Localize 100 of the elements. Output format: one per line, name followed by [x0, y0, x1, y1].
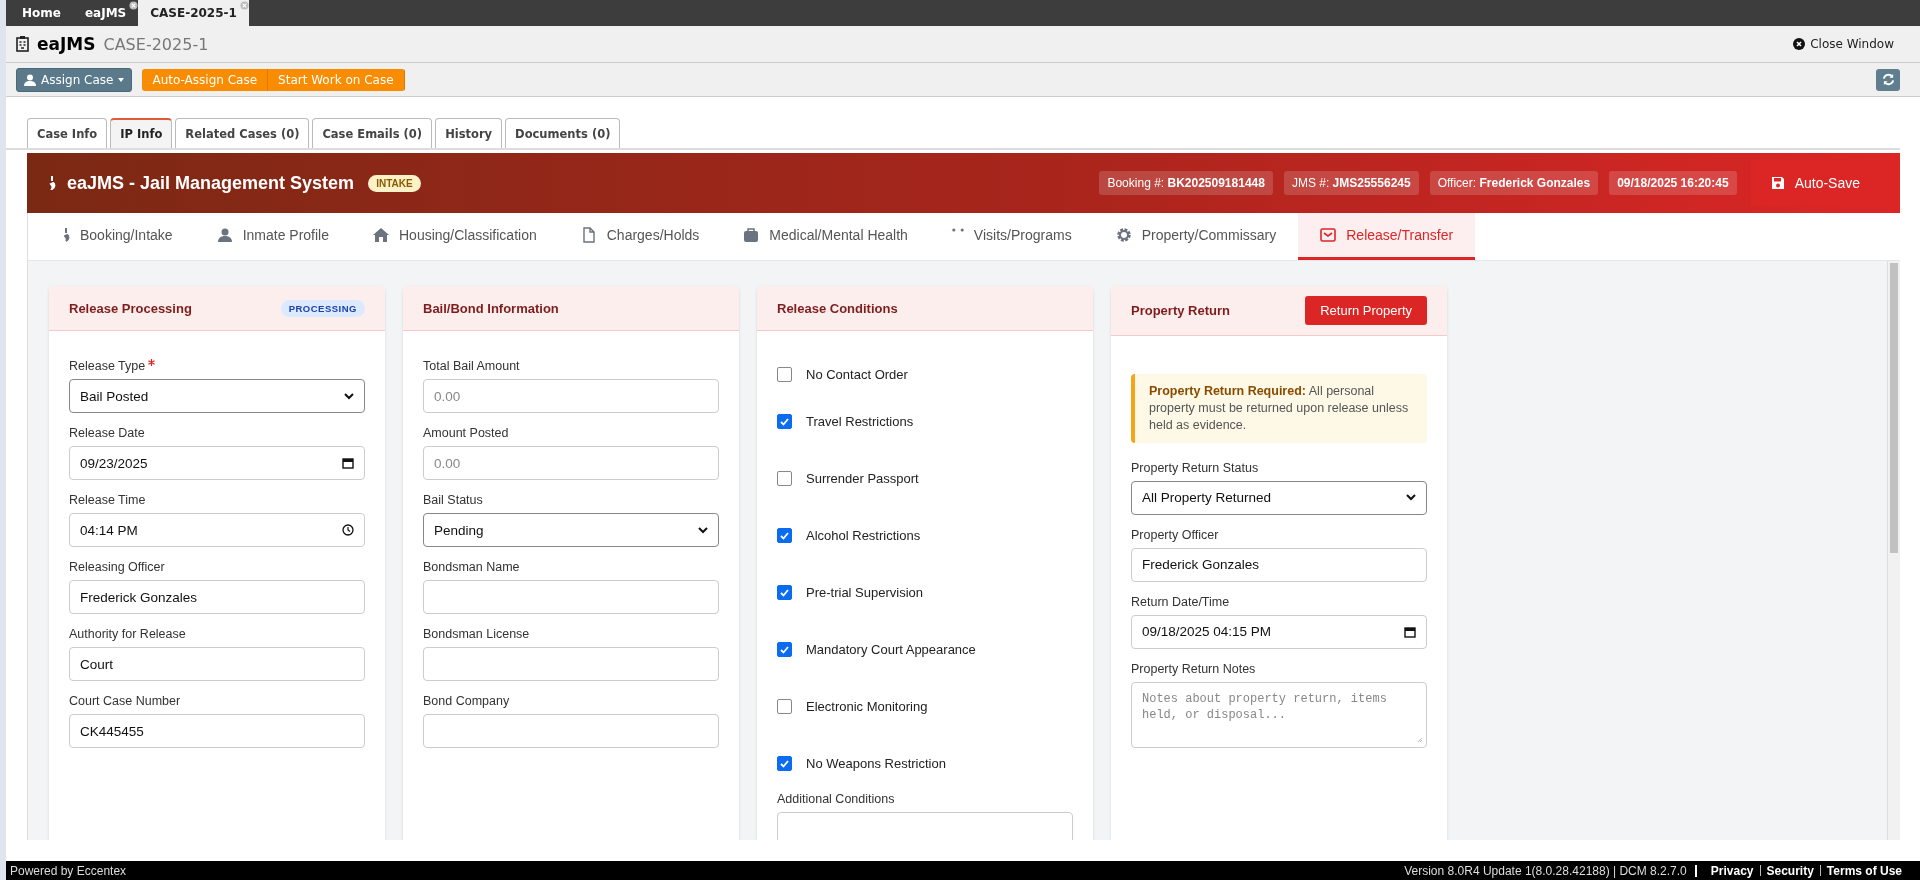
module-tab[interactable]: Charges/Holds: [558, 213, 722, 260]
module-tab[interactable]: Booking/Intake: [42, 213, 195, 260]
case-tab[interactable]: Case Emails (0): [312, 118, 433, 148]
select-field[interactable]: Bail Posted: [69, 379, 365, 413]
input-field[interactable]: Frederick Gonzales: [1131, 547, 1427, 582]
case-tab[interactable]: Case Info: [27, 118, 108, 148]
app-name: eaJMS: [37, 34, 96, 54]
field-label: Property Officer: [1131, 527, 1219, 542]
status-badge: PROCESSING: [280, 299, 365, 317]
input-field[interactable]: 0.00: [423, 446, 719, 480]
module-tab[interactable]: Medical/Mental Health: [721, 213, 930, 260]
checkbox[interactable]: [777, 367, 792, 382]
check-icon: [780, 588, 789, 597]
checkbox-label: Alcohol Restrictions: [806, 528, 921, 543]
refresh-button[interactable]: [1876, 68, 1900, 91]
field-label: Bondsman License: [423, 627, 530, 641]
module-tab[interactable]: Housing/Classification: [351, 213, 559, 260]
checkbox-label: Mandatory Court Appearance: [806, 642, 976, 657]
chevron-icon: [1406, 494, 1416, 502]
info-chip: Officer: Frederick Gonzales: [1429, 171, 1599, 195]
info-chip: Booking #: BK202509181448: [1099, 171, 1273, 195]
info-chip: JMS #: JMS25556245: [1283, 171, 1419, 195]
footer-link[interactable]: Privacy: [1710, 863, 1754, 878]
field-label: Additional Conditions: [777, 792, 895, 806]
select-field[interactable]: All Property Returned: [1131, 480, 1427, 515]
field-label: Release Type: [69, 359, 146, 373]
select-field[interactable]: Pending: [423, 513, 719, 547]
field-label: Total Bail Amount: [423, 359, 520, 373]
info-chip: 09/18/2025 16:20:45: [1609, 171, 1737, 195]
checkbox-label: Surrender Passport: [806, 471, 919, 486]
checkbox[interactable]: [777, 756, 792, 771]
input-field[interactable]: Court: [69, 647, 365, 681]
field-label: Bond Company: [423, 694, 510, 708]
status-badge: INTAKE: [368, 174, 421, 192]
input-field[interactable]: [423, 580, 719, 614]
checkbox[interactable]: [777, 585, 792, 600]
field-label: Property Return Notes: [1131, 661, 1256, 676]
checkbox[interactable]: [777, 471, 792, 486]
datetime-field[interactable]: 09/18/2025 04:15 PM: [1131, 614, 1427, 649]
field-label: Property Return Status: [1131, 460, 1259, 475]
footer-link[interactable]: Security: [1766, 863, 1814, 878]
calendar-icon: [1404, 625, 1416, 638]
app-tab[interactable]: CASE-2025-1: [138, 0, 249, 26]
drop-icon: [64, 227, 70, 243]
checkbox[interactable]: [777, 642, 792, 657]
case-id: CASE-2025-1: [103, 34, 209, 54]
card-title: Release Conditions: [777, 300, 898, 316]
module-tab[interactable]: Property/Commissary: [1093, 213, 1299, 260]
check-icon: [780, 417, 789, 426]
date-field[interactable]: 09/23/2025: [69, 446, 365, 480]
field-label: Releasing Officer: [69, 560, 165, 574]
module-tab[interactable]: Visits/Programs: [929, 213, 1094, 260]
drop-icon: [49, 176, 57, 190]
building-icon: [16, 36, 29, 52]
case-tab[interactable]: Related Cases (0): [175, 118, 310, 148]
app-tab[interactable]: Home: [10, 0, 73, 26]
powered-by-text: Powered by Eccentex: [10, 863, 127, 878]
case-tab[interactable]: IP Info: [110, 118, 173, 148]
input-field[interactable]: [423, 647, 719, 681]
scrollbar[interactable]: [1887, 261, 1900, 840]
clock-icon: [342, 524, 354, 536]
checkbox-label: No Weapons Restriction: [806, 756, 946, 771]
assign-case-button[interactable]: Assign Case: [16, 67, 133, 92]
return-property-button[interactable]: Return Property: [1305, 296, 1427, 325]
input-field[interactable]: Frederick Gonzales: [69, 580, 365, 614]
system-title: eaJMS - Jail Management System: [67, 172, 355, 194]
card-title: Release Processing: [69, 300, 192, 316]
checkbox[interactable]: [777, 528, 792, 543]
warning-alert: Property Return Required: All personal property must be returned upon release unless held as evidence.: [1131, 374, 1427, 443]
chevron-icon: [698, 526, 708, 534]
checkbox[interactable]: [777, 414, 792, 429]
time-field[interactable]: 04:14 PM: [69, 513, 365, 547]
check-icon: [780, 759, 789, 768]
input-field[interactable]: 0.00: [423, 379, 719, 413]
field-label: Authority for Release: [69, 627, 186, 641]
document-icon: [580, 227, 597, 243]
input-field[interactable]: CK445455: [69, 714, 365, 748]
field-label: Court Case Number: [69, 694, 181, 708]
text-area[interactable]: Notes about property return, items held, or disposal...: [1131, 681, 1427, 748]
calendar-icon: [342, 457, 354, 469]
refresh-icon: [1881, 73, 1895, 86]
field-label: Release Date: [69, 426, 145, 440]
house-icon: [373, 227, 389, 243]
checkbox-label: Pre-trial Supervision: [806, 585, 924, 600]
case-tab[interactable]: Documents (0): [505, 118, 621, 148]
field-label: Release Time: [69, 493, 146, 507]
close-icon[interactable]: [1793, 38, 1806, 50]
card-title: Property Return: [1131, 303, 1230, 318]
input-field[interactable]: [423, 714, 719, 748]
app-tab[interactable]: eaJMS: [72, 0, 139, 26]
close-window-link[interactable]: Close Window: [1793, 37, 1894, 51]
close-icon[interactable]: [129, 1, 139, 10]
person-icon: [216, 227, 233, 243]
footer-link[interactable]: Terms of Use: [1826, 863, 1902, 878]
case-tab[interactable]: History: [435, 118, 503, 148]
checkbox[interactable]: [777, 699, 792, 714]
dots-icon: [951, 228, 964, 232]
module-tab[interactable]: Inmate Profile: [194, 213, 351, 260]
check-icon: [780, 531, 789, 540]
module-tab[interactable]: Release/Transfer: [1298, 213, 1476, 260]
